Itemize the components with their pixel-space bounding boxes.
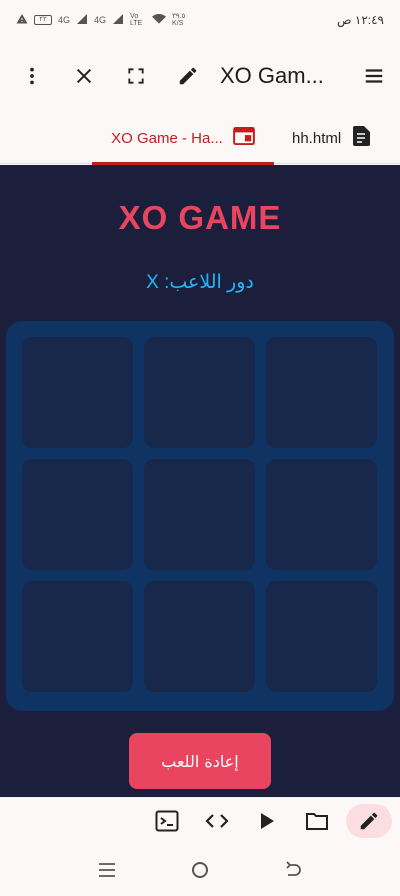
game-title: XO GAME [118,199,282,236]
editor-bottom-bar [0,797,400,843]
board-cell-7[interactable] [22,581,133,692]
game-preview: XO GAME دور اللاعب: X إعادة اللعب [0,165,400,797]
network-4g-label: 4G [58,15,71,25]
board-cell-1[interactable] [22,337,133,448]
network-4g-label-2: 4G [94,15,107,25]
tab-xo-game[interactable]: XO Game - Ha... [92,112,274,165]
terminal-icon[interactable] [146,804,188,838]
board-cell-8[interactable] [144,581,255,692]
app-toolbar: XO Gam... [0,44,400,108]
board-cell-3[interactable] [266,337,377,448]
tab-label: hh.html [292,129,342,147]
play-icon[interactable] [246,804,288,838]
signal-icon [76,13,88,28]
board-cell-9[interactable] [266,581,377,692]
more-options-icon[interactable] [6,50,58,102]
menu-icon[interactable] [87,850,127,890]
status-bar: ٢٢ 4G 4G Vo LTE ٣٩.٥ K/S ١٢:٤٩ ص [0,0,400,40]
reset-game-button[interactable]: إعادة اللعب [129,733,271,789]
board-cell-5[interactable] [144,459,255,570]
file-icon [351,125,371,151]
game-board [6,321,394,711]
hamburger-menu-icon[interactable] [348,50,400,102]
wifi-icon [152,13,167,28]
code-icon[interactable] [196,804,238,838]
tab-label: XO Game - Ha... [111,129,223,147]
clock: ١٢:٤٩ ص [337,13,384,27]
file-tabs: XO Game - Ha... hh.html [0,112,400,165]
system-nav-bar [0,843,400,896]
board-cell-2[interactable] [144,337,255,448]
edit-icon[interactable] [162,50,214,102]
board-cell-6[interactable] [266,459,377,570]
tab-hh-html[interactable]: hh.html [292,112,392,164]
board-cell-4[interactable] [22,459,133,570]
alert-icon [16,13,28,28]
home-icon[interactable] [180,850,220,890]
speed-label: ٣٩.٥ K/S [172,13,186,27]
volte-label: Vo LTE [130,13,143,27]
pencil-icon[interactable] [346,803,392,838]
browser-window-icon [232,126,255,149]
turn-indicator: دور اللاعب: X [146,272,254,293]
signal-icon-2 [112,13,124,28]
page-title: XO Gam... [220,63,324,88]
back-icon[interactable] [273,850,313,890]
fullscreen-icon[interactable] [110,50,162,102]
folder-icon[interactable] [296,804,338,838]
status-icons: ٢٢ 4G 4G Vo LTE ٣٩.٥ K/S [16,13,186,28]
battery-icon: ٢٢ [34,15,52,25]
close-icon[interactable] [58,50,110,102]
